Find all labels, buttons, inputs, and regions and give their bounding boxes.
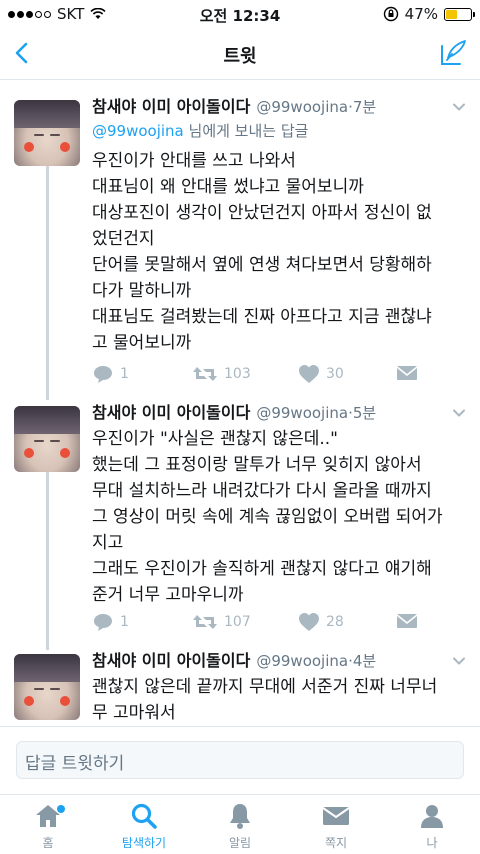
reply-icon bbox=[94, 614, 112, 631]
tweet-text-line: 대표님이 왜 안대를 썼냐고 물어보니까 bbox=[92, 177, 364, 197]
tweet-header: 참새야 이미 아이돌이다 @99woojina · 5분 bbox=[92, 402, 466, 424]
tab-home[interactable]: 홈 bbox=[0, 801, 96, 851]
tweet-text: 괜찮지 않은데 끝까지 무대에 서준거 진짜 너무너 무 고마워서 bbox=[92, 674, 466, 725]
battery-icon bbox=[444, 7, 475, 21]
reply-context: @99woojina 님에게 보내는 답글 bbox=[92, 120, 466, 142]
user-handle[interactable]: @99woojina bbox=[256, 650, 348, 672]
retweet-button[interactable]: 103 bbox=[192, 364, 251, 384]
page-title: 트윗 bbox=[223, 46, 257, 67]
like-count: 28 bbox=[326, 614, 344, 630]
display-name[interactable]: 참새야 이미 아이돌이다 bbox=[92, 402, 250, 424]
tab-label: 홈 bbox=[42, 836, 54, 850]
tweet-text-line: 그 영상이 머릿 속에 계속 끊임없이 오버랩 되어가 bbox=[92, 507, 443, 527]
tweet-text-line: 우진이가 "사실은 괜찮지 않은데.." bbox=[92, 429, 338, 449]
tweet-feed[interactable]: 참새야 이미 아이돌이다 @99woojina · 7분 @99woojina … bbox=[0, 80, 480, 725]
like-button[interactable]: 30 bbox=[298, 364, 344, 384]
tweet-age: 7분 bbox=[352, 98, 377, 116]
search-icon bbox=[131, 803, 157, 829]
heart-icon bbox=[299, 613, 319, 631]
reply-button[interactable]: 1 bbox=[92, 364, 129, 384]
tweet-text-line: 지고 bbox=[92, 533, 124, 553]
reply-button[interactable]: 1 bbox=[92, 612, 129, 632]
retweet-count: 107 bbox=[224, 614, 251, 630]
rotation-lock-icon bbox=[383, 6, 398, 22]
envelope-icon bbox=[396, 366, 418, 380]
tab-bar: 홈 탐색하기 알림 쪽지 나 bbox=[0, 794, 480, 854]
tab-label: 알림 bbox=[228, 836, 252, 850]
dm-share-button[interactable] bbox=[396, 364, 418, 382]
tweet-text-line: 대표님도 걸려봤는데 진짜 아프다고 지금 괜찮냐 bbox=[92, 307, 432, 327]
thread-connector bbox=[46, 166, 49, 400]
tab-label: 쪽지 bbox=[324, 836, 348, 850]
heart-icon bbox=[299, 365, 319, 383]
reply-input[interactable]: 답글 트윗하기 bbox=[16, 741, 464, 779]
tweet-text-line: 준거 너무 고마우니까 bbox=[92, 585, 244, 605]
display-name[interactable]: 참새야 이미 아이돌이다 bbox=[92, 650, 250, 672]
tweet-text-line: 대상포진이 생각이 안났던건지 아파서 정신이 없 bbox=[92, 203, 432, 223]
tab-search[interactable]: 탐색하기 bbox=[96, 801, 192, 851]
avatar[interactable] bbox=[14, 654, 80, 720]
retweet-button[interactable]: 107 bbox=[192, 612, 251, 632]
envelope-icon bbox=[322, 807, 350, 825]
dm-share-button[interactable] bbox=[396, 612, 418, 630]
compose-tweet-icon[interactable] bbox=[438, 38, 468, 68]
avatar[interactable] bbox=[14, 100, 80, 166]
tweet-text-line: 무대 설치하느라 내려갔다가 다시 올라올 때까지 bbox=[92, 481, 432, 501]
tweet-actions: 1 107 28 bbox=[92, 612, 432, 636]
tweet-text-line: 무 고마워서 bbox=[92, 703, 176, 723]
nav-bar: 트윗 bbox=[0, 28, 480, 80]
tweet-actions: 1 103 30 bbox=[92, 364, 432, 388]
tweet-age: 4분 bbox=[352, 652, 377, 670]
reply-context-text: 님에게 보내는 답글 bbox=[183, 122, 309, 140]
bell-icon bbox=[230, 804, 250, 829]
avatar[interactable] bbox=[14, 406, 80, 472]
tweet-age: 5분 bbox=[352, 404, 377, 422]
tab-label: 탐색하기 bbox=[121, 836, 167, 850]
retweet-count: 103 bbox=[224, 366, 251, 382]
tweet-text-line: 었던건지 bbox=[92, 229, 155, 249]
tweet-text-line: 괜찮지 않은데 끝까지 무대에 서준거 진짜 너무너 bbox=[92, 677, 438, 697]
tweet-text: 우진이가 "사실은 괜찮지 않은데.." 했는데 그 표정이랑 말투가 너무 잊… bbox=[92, 426, 466, 608]
person-icon bbox=[421, 805, 443, 828]
retweet-icon bbox=[193, 615, 217, 629]
tweet-text-line: 고 물어보니까 bbox=[92, 333, 192, 353]
battery-percent: 47% bbox=[404, 5, 438, 23]
tweet-text-line: 그래도 우진이가 솔직하게 괜찮지 않다고 얘기해 bbox=[92, 559, 432, 579]
tweet-text-line: 다가 말하니까 bbox=[92, 281, 192, 301]
tweet-header: 참새야 이미 아이돌이다 @99woojina · 7분 bbox=[92, 96, 466, 118]
reply-bar: 답글 트윗하기 bbox=[0, 726, 480, 794]
chevron-down-icon[interactable] bbox=[452, 406, 466, 420]
status-right: 47% bbox=[383, 5, 475, 23]
tab-me[interactable]: 나 bbox=[384, 801, 480, 851]
tab-notifications[interactable]: 알림 bbox=[192, 801, 288, 851]
reply-count: 1 bbox=[120, 614, 129, 630]
reply-count: 1 bbox=[120, 366, 129, 382]
chevron-down-icon[interactable] bbox=[452, 654, 466, 668]
tweet-text-line: 우진이가 안대를 쓰고 나와서 bbox=[92, 151, 296, 171]
reply-icon bbox=[94, 366, 112, 383]
user-handle[interactable]: @99woojina bbox=[256, 402, 348, 424]
envelope-icon bbox=[396, 614, 418, 628]
status-bar: SKT 오전 12:34 47% bbox=[0, 0, 480, 28]
tweet-text-line: 단어를 못말해서 옆에 연생 쳐다보면서 당황해하 bbox=[92, 255, 432, 275]
tweet-text-line: 했는데 그 표정이랑 말투가 너무 잊히지 않아서 bbox=[92, 455, 422, 475]
tab-messages[interactable]: 쪽지 bbox=[288, 801, 384, 851]
user-handle[interactable]: @99woojina bbox=[256, 96, 348, 118]
thread-connector bbox=[46, 472, 49, 650]
display-name[interactable]: 참새야 이미 아이돌이다 bbox=[92, 96, 250, 118]
tweet-header: 참새야 이미 아이돌이다 @99woojina · 4분 bbox=[92, 650, 466, 672]
chevron-down-icon[interactable] bbox=[452, 100, 466, 114]
notification-dot bbox=[57, 805, 65, 813]
battery-fill bbox=[446, 9, 458, 19]
like-count: 30 bbox=[326, 366, 344, 382]
retweet-icon bbox=[193, 367, 217, 381]
reply-mention-link[interactable]: @99woojina bbox=[92, 122, 184, 140]
tab-label: 나 bbox=[426, 836, 438, 850]
like-button[interactable]: 28 bbox=[298, 612, 344, 632]
tweet-text: 우진이가 안대를 쓰고 나와서 대표님이 왜 안대를 썼냐고 물어보니까 대상포… bbox=[92, 148, 466, 356]
